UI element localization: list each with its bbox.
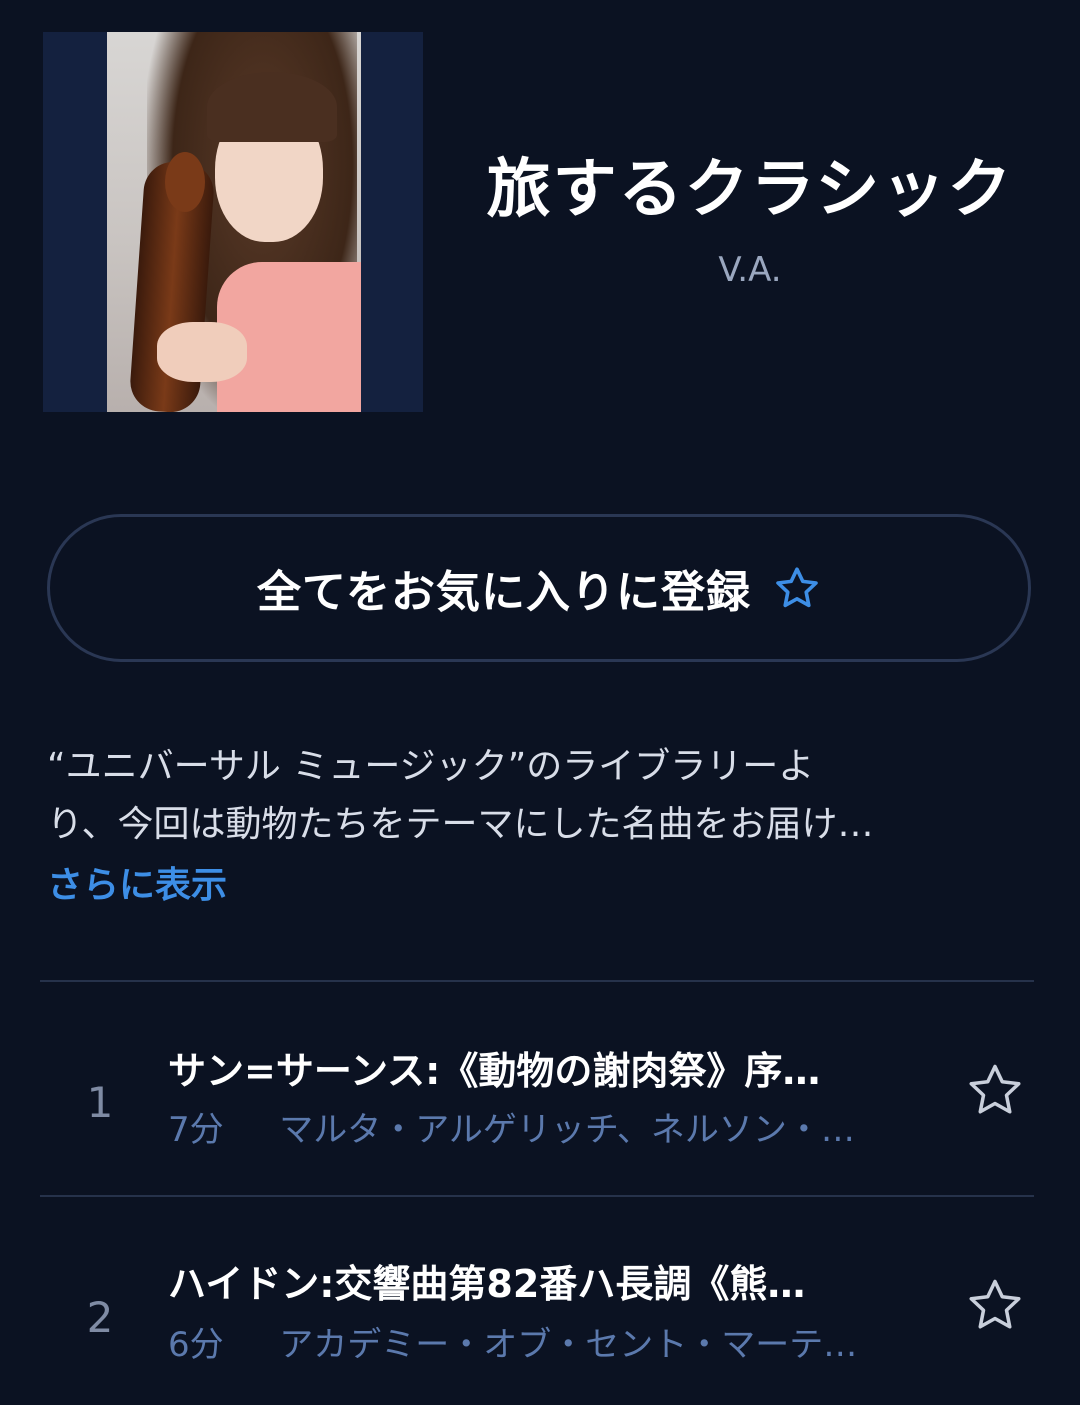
show-more-link[interactable]: さらに表示 [47,856,227,908]
track-title: ハイドン:交響曲第82番ハ長調《熊… [168,1262,806,1306]
track-artists: マルタ・アルゲリッチ、ネルソン・… [279,1110,855,1150]
favorite-all-label: 全てをお気に入りに登録 [256,567,752,618]
favorite-all-button[interactable]: 全てをお気に入りに登録 [47,514,1031,662]
track-duration: 6分 [168,1325,224,1365]
divider [40,980,1034,982]
album-artist[interactable]: V.A. [450,250,1050,290]
track-number: 2 [86,1293,114,1342]
description-line: “ユニバーサル ミュージック”のライブラリーよ [47,746,815,787]
track-row[interactable]: 1 サン=サーンス:《動物の謝肉祭》序… 7分 マルタ・アルゲリッチ、ネルソン・… [40,990,1034,1190]
cover-bangs-shape [207,72,337,142]
star-outline-icon[interactable] [965,1275,1025,1335]
album-cover-photo [107,32,361,412]
track-duration: 7分 [168,1110,224,1150]
star-outline-icon [776,567,818,608]
track-title: サン=サーンス:《動物の謝肉祭》序… [168,1049,821,1093]
star-outline-icon[interactable] [965,1060,1025,1120]
cover-hand-shape [157,322,247,382]
description-line: り、今回は動物たちをテーマにした名曲をお届け… [47,804,874,845]
album-description: “ユニバーサル ミュージック”のライブラリーよ り、今回は動物たちをテーマにした… [47,738,1037,854]
track-artists: アカデミー・オブ・セント・マーテ… [279,1325,858,1365]
track-meta: 6分 アカデミー・オブ・セント・マーテ… [168,1317,908,1366]
divider [40,1195,1034,1197]
track-number: 1 [86,1078,114,1127]
album-title: 旅するクラシック [486,153,1014,227]
track-row[interactable]: 2 ハイドン:交響曲第82番ハ長調《熊… 6分 アカデミー・オブ・セント・マーテ… [40,1205,1034,1405]
track-meta: 7分 マルタ・アルゲリッチ、ネルソン・… [168,1102,908,1151]
cover-violin-scroll-shape [165,152,205,212]
album-cover [43,32,423,412]
